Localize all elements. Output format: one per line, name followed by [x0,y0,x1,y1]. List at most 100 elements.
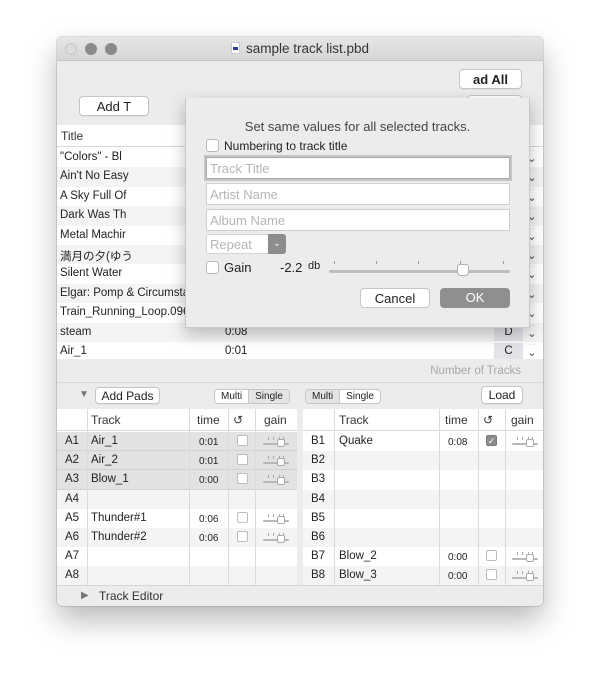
slider-knob[interactable] [526,554,534,563]
column-header-track[interactable]: Track [339,413,369,427]
column-header-time[interactable]: time [445,413,468,427]
gain-slider-knob[interactable] [456,264,469,276]
number-of-tracks-label: Number of Tracks [430,365,521,377]
pad-row[interactable]: A7 [57,547,297,566]
pad-time: 0:01 [199,456,219,468]
pad-row[interactable]: B2 [303,451,543,471]
slider-tick [418,261,419,264]
slider-tick [334,261,335,264]
gain-slider[interactable] [329,261,510,279]
slider-knob[interactable] [277,477,285,486]
numbering-option[interactable]: Numbering to track title [206,139,347,153]
target-select[interactable]: C [494,343,523,360]
pad-id: A2 [65,454,80,467]
column-header-track[interactable]: Track [91,413,121,427]
pad-row[interactable]: A1 Air_1 0:01 [57,432,297,452]
pad-gain-slider[interactable] [263,454,289,467]
dialog-heading: Set same values for all selected tracks. [244,119,471,134]
track-title-field[interactable]: Track Title [206,157,510,179]
pad-track-name: Air_1 [91,435,118,447]
pad-row[interactable]: A6 Thunder#2 0:06 [57,528,297,548]
ok-button[interactable]: OK [440,288,510,308]
load-all-button[interactable]: ad All [459,69,522,89]
pad-table-b[interactable]: Track time ↺ gain B1 Quake 0:08 ✓ B2 B3 B4 B5 B6… [303,409,543,585]
add-pads-button[interactable]: Add Pads [95,387,160,404]
pad-id: B3 [311,473,326,486]
pad-row[interactable]: B8 Blow_3 0:00 [303,566,543,585]
column-header-title[interactable]: Title [61,129,83,143]
pad-row[interactable]: B6 [303,528,543,548]
track-editor-label[interactable]: Track Editor [99,589,163,603]
slider-knob[interactable] [277,535,285,543]
pad-row[interactable]: B3 [303,470,543,489]
slider-track [263,462,289,465]
up-down-chevron-icon[interactable]: ⌃ ⌄ [527,344,535,356]
pad-gain-slider[interactable] [263,435,289,448]
pad-track-name: Thunder#1 [91,511,147,524]
loop-icon: ↺ [233,413,244,427]
loop-checkbox[interactable] [237,473,248,485]
loop-checkbox[interactable]: ✓ [486,435,497,446]
right-mode-segmented-control[interactable]: Multi Single [305,389,381,404]
loop-checkbox[interactable] [237,454,248,466]
pad-row[interactable]: B1 Quake 0:08 ✓ [303,432,543,451]
pad-gain-slider[interactable] [263,473,289,486]
left-mode-multi[interactable]: Multi [215,390,248,403]
pad-row[interactable]: A2 Air_2 0:01 [57,451,297,471]
left-mode-segmented-control[interactable]: Multi Single [214,389,290,404]
cancel-button[interactable]: Cancel [360,288,430,308]
album-name-field[interactable]: Album Name [206,209,510,231]
collapse-triangle-icon[interactable]: ▼ [79,389,89,400]
pad-row[interactable]: A5 Thunder#1 0:06 [57,509,297,528]
pad-gain-slider[interactable] [512,550,538,563]
right-mode-multi[interactable]: Multi [306,390,340,403]
pads-load-button[interactable]: Load [481,386,523,404]
gain-option[interactable]: Gain [206,260,251,275]
pad-time: 0:08 [448,437,468,448]
pad-gain-slider[interactable] [263,512,289,525]
loop-checkbox[interactable] [486,550,497,562]
numbering-label: Numbering to track title [224,139,348,153]
slider-knob[interactable] [526,573,534,582]
document-icon [230,42,240,54]
loop-checkbox[interactable] [237,511,248,523]
pad-gain-slider[interactable] [263,531,289,544]
pad-time: 0:00 [448,571,468,583]
pad-row[interactable]: A3 Blow_1 0:00 [57,470,297,490]
pad-id: B4 [311,492,326,505]
right-mode-single[interactable]: Single [339,390,380,403]
window-title: sample track list.pbd [57,41,543,56]
repeat-popup[interactable]: Repeat ⌄ [206,234,286,254]
pad-table-a[interactable]: Track time ↺ gain A1 Air_1 0:01 A2 Air_2 0:01… [57,409,297,585]
pad-row[interactable]: B7 Blow_2 0:00 [303,547,543,566]
column-divider [478,409,479,585]
chevron-down-icon[interactable]: ⌄ [268,234,286,254]
pad-row[interactable]: A4 [57,489,297,509]
pad-row[interactable]: B5 [303,509,543,528]
left-mode-single[interactable]: Single [248,390,289,403]
loop-checkbox[interactable] [237,435,248,446]
pad-gain-slider[interactable] [512,435,538,448]
pad-track-name: Blow_1 [91,473,129,486]
add-tracks-button[interactable]: Add T [79,96,149,116]
expand-triangle-icon[interactable]: ▶ [81,590,89,601]
column-header-gain[interactable]: gain [511,413,534,427]
slider-knob[interactable] [526,439,534,447]
slider-knob[interactable] [277,515,285,524]
pad-gain-slider[interactable] [512,569,538,582]
column-header-time[interactable]: time [197,413,220,427]
column-divider [228,409,229,585]
slider-knob[interactable] [277,458,285,467]
slider-track [263,519,289,522]
loop-checkbox[interactable] [237,531,248,542]
slider-knob[interactable] [277,439,285,447]
pad-row[interactable]: A8 [57,566,297,585]
artist-name-field[interactable]: Artist Name [206,183,510,205]
gain-checkbox[interactable] [206,261,219,274]
loop-checkbox[interactable] [486,569,497,581]
numbering-checkbox[interactable] [206,139,219,152]
column-header-gain[interactable]: gain [264,413,287,427]
pad-id: A4 [65,492,80,505]
pad-row[interactable]: B4 [303,489,543,509]
app-window: sample track list.pbd Add T ad All Load … [57,37,543,606]
